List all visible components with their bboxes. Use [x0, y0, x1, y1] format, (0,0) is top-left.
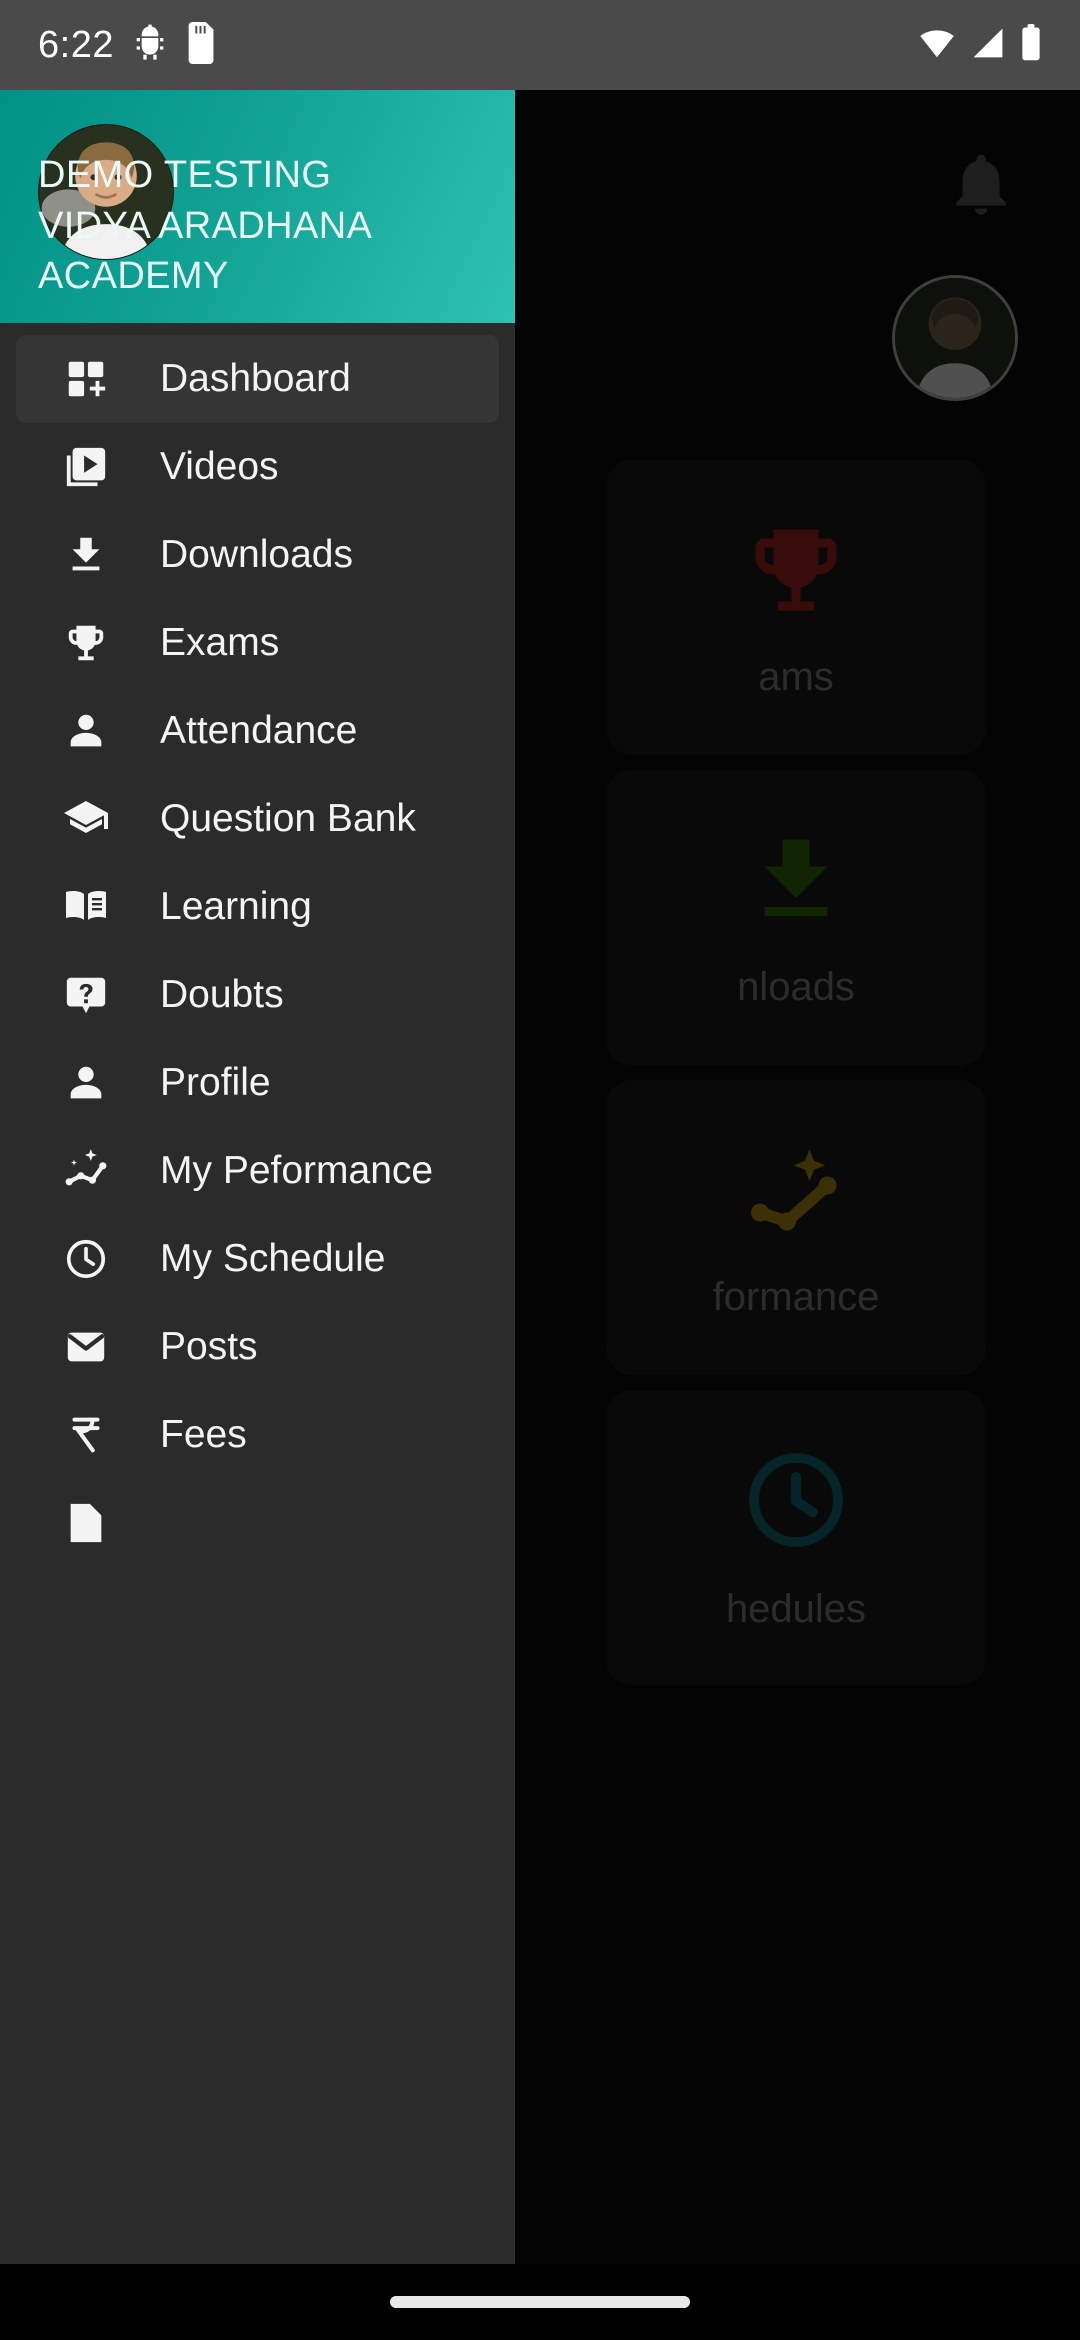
- sidebar-item-fees[interactable]: Fees: [16, 1391, 499, 1479]
- sidebar-item-label: Learning: [160, 885, 312, 928]
- sidebar-item-question-bank[interactable]: Question Bank: [16, 775, 499, 863]
- sidebar-item-partial[interactable]: [16, 1479, 499, 1567]
- envelope-icon: [62, 1323, 110, 1371]
- trophy-icon: [62, 619, 110, 667]
- open-book-icon: [62, 883, 110, 931]
- dashboard-customize-icon: [62, 355, 110, 403]
- status-bar-left: 6:22: [38, 21, 218, 69]
- sidebar-item-my-performance[interactable]: My Peformance: [16, 1127, 499, 1215]
- navigation-drawer: DEMO TESTING VIDYA ARADHANA ACADEMY Dash…: [0, 90, 515, 2340]
- phone-screen: ams nloads formance: [0, 0, 1080, 2340]
- sidebar-item-label: Profile: [160, 1061, 271, 1104]
- sidebar-item-posts[interactable]: Posts: [16, 1303, 499, 1391]
- drawer-organization-name: VIDYA ARADHANA ACADEMY: [38, 205, 371, 297]
- rupee-icon: [62, 1411, 110, 1459]
- drawer-menu-list[interactable]: Dashboard Videos Downloads Exams Attenda…: [0, 323, 515, 2340]
- sidebar-item-label: Downloads: [160, 533, 353, 576]
- status-bar: 6:22: [0, 0, 1080, 90]
- wifi-icon: [918, 27, 956, 64]
- status-bar-clock: 6:22: [38, 23, 114, 66]
- person-icon: [62, 707, 110, 755]
- sparkle-chart-icon: [62, 1147, 110, 1195]
- android-navigation-bar: [0, 2264, 1080, 2340]
- cellular-signal-icon: [970, 27, 1006, 64]
- android-debug-icon: [130, 23, 170, 68]
- sd-card-icon: [186, 21, 218, 69]
- sidebar-item-dashboard[interactable]: Dashboard: [16, 335, 499, 423]
- sidebar-item-label: My Schedule: [160, 1237, 386, 1280]
- sidebar-item-downloads[interactable]: Downloads: [16, 511, 499, 599]
- sidebar-item-profile[interactable]: Profile: [16, 1039, 499, 1127]
- video-library-icon: [62, 443, 110, 491]
- sidebar-item-label: Videos: [160, 445, 279, 488]
- sidebar-item-videos[interactable]: Videos: [16, 423, 499, 511]
- sidebar-item-doubts[interactable]: Doubts: [16, 951, 499, 1039]
- sidebar-item-exams[interactable]: Exams: [16, 599, 499, 687]
- sidebar-item-learning[interactable]: Learning: [16, 863, 499, 951]
- sidebar-item-label: Fees: [160, 1413, 247, 1456]
- sidebar-item-my-schedule[interactable]: My Schedule: [16, 1215, 499, 1303]
- home-gesture-pill[interactable]: [390, 2296, 690, 2308]
- sidebar-item-label: Attendance: [160, 709, 358, 752]
- person-icon: [62, 1059, 110, 1107]
- battery-icon: [1020, 23, 1042, 67]
- sidebar-item-label: Posts: [160, 1325, 258, 1368]
- status-bar-right: [918, 23, 1042, 67]
- sidebar-item-attendance[interactable]: Attendance: [16, 687, 499, 775]
- question-bubble-icon: [62, 971, 110, 1019]
- clock-icon: [62, 1235, 110, 1283]
- drawer-header: DEMO TESTING VIDYA ARADHANA ACADEMY: [0, 90, 515, 323]
- sidebar-item-label: Dashboard: [160, 357, 351, 400]
- partial-icon: [62, 1499, 110, 1547]
- download-icon: [62, 531, 110, 579]
- sidebar-item-label: Doubts: [160, 973, 284, 1016]
- sidebar-item-label: My Peformance: [160, 1149, 434, 1192]
- drawer-user-name: DEMO TESTING: [38, 154, 332, 197]
- sidebar-item-label: Question Bank: [160, 797, 416, 840]
- sidebar-item-label: Exams: [160, 621, 280, 664]
- graduation-cap-icon: [62, 795, 110, 843]
- drawer-user-info: DEMO TESTING VIDYA ARADHANA ACADEMY: [38, 155, 515, 301]
